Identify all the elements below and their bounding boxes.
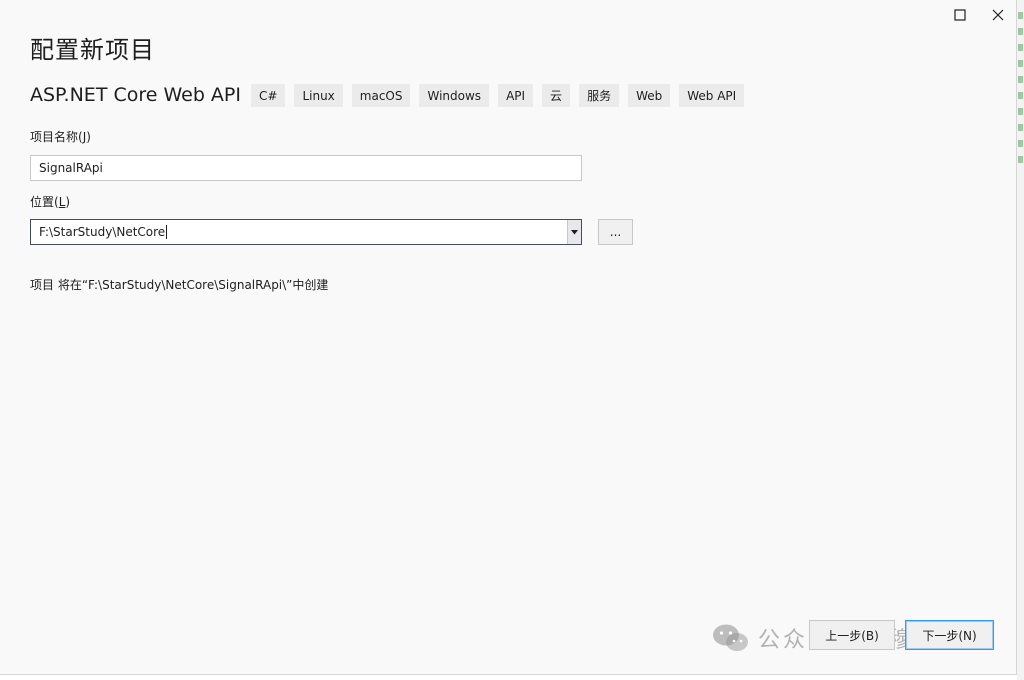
location-value: F:\StarStudy\NetCore xyxy=(39,225,166,239)
back-button[interactable]: 上一步(B) xyxy=(809,620,895,650)
strip-marker xyxy=(1018,92,1023,99)
tag: C# xyxy=(251,84,286,107)
tag: Windows xyxy=(419,84,490,107)
creation-path-info: 项目 将在“F:\StarStudy\NetCore\SignalRApi\”中… xyxy=(30,278,329,292)
strip-marker xyxy=(1018,156,1023,163)
project-name-input[interactable]: SignalRApi xyxy=(30,155,582,181)
tag: Web API xyxy=(679,84,745,107)
project-name-label-text: 项目名称 xyxy=(30,130,79,144)
maximize-button[interactable] xyxy=(950,5,970,25)
strip-marker xyxy=(1018,140,1023,147)
project-name-mnemonic: J xyxy=(82,130,87,144)
template-tags: C# Linux macOS Windows API 云 服务 Web Web … xyxy=(251,84,745,107)
strip-marker xyxy=(1018,124,1023,131)
close-icon xyxy=(992,9,1004,21)
strip-marker xyxy=(1018,108,1023,115)
maximize-icon xyxy=(954,9,966,21)
strip-marker xyxy=(1018,60,1023,67)
template-name: ASP.NET Core Web API xyxy=(30,84,241,106)
tag: Web xyxy=(628,84,671,107)
text-caret xyxy=(166,225,168,239)
strip-marker xyxy=(1018,44,1023,51)
location-label-text: 位置 xyxy=(30,195,55,209)
location-dropdown-button[interactable] xyxy=(567,220,581,244)
strip-marker xyxy=(1018,12,1023,19)
browse-button[interactable]: ... xyxy=(598,219,633,245)
location-label: 位置(L) xyxy=(30,195,71,209)
location-mnemonic: L xyxy=(58,195,66,209)
project-name-label: 项目名称(J) xyxy=(30,130,91,144)
tag: macOS xyxy=(351,84,411,107)
chevron-down-icon xyxy=(571,229,578,234)
tag: 云 xyxy=(542,84,571,107)
tag: API xyxy=(498,84,534,107)
next-button[interactable]: 下一步(N) xyxy=(905,620,994,650)
page-title: 配置新项目 xyxy=(30,36,155,64)
tag: Linux xyxy=(294,84,343,107)
tag: 服务 xyxy=(579,84,620,107)
background-window-strip xyxy=(1017,0,1024,680)
location-combobox[interactable]: F:\StarStudy\NetCore xyxy=(30,219,582,245)
strip-marker xyxy=(1018,76,1023,83)
strip-marker xyxy=(1018,28,1023,35)
project-name-value: SignalRApi xyxy=(39,161,103,175)
wechat-icon xyxy=(713,624,748,651)
configure-project-dialog: 配置新项目 ASP.NET Core Web API C# Linux macO… xyxy=(0,0,1017,675)
close-button[interactable] xyxy=(988,5,1008,25)
